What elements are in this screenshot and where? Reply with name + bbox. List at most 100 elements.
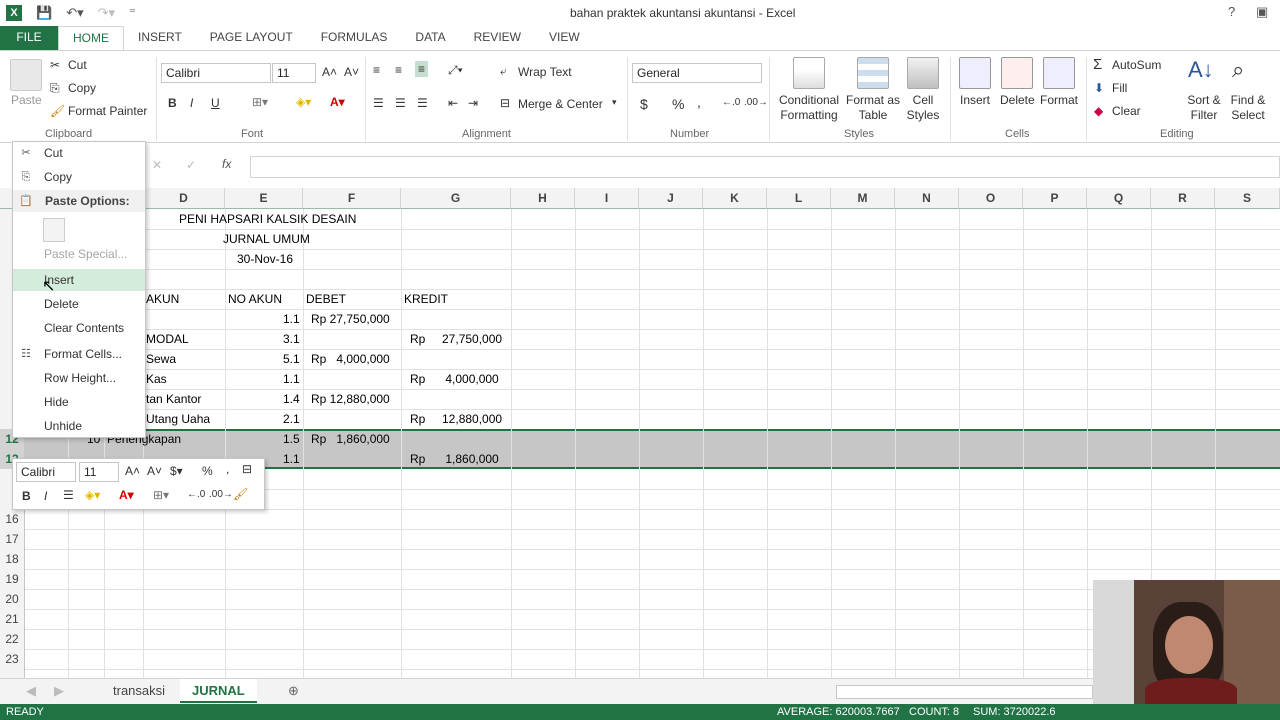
column-header-o[interactable]: O [959,188,1023,209]
column-header-p[interactable]: P [1023,188,1087,209]
column-header-h[interactable]: H [511,188,575,209]
number-format-select[interactable]: General [632,63,762,83]
format-as-table-icon[interactable] [857,57,889,89]
company-name-cell[interactable]: PENI HAPSARI KALSIK DESAIN [179,212,356,226]
customize-qat-icon[interactable]: ⁼ [129,5,136,21]
tab-home[interactable]: HOME [58,26,124,50]
no-akun-cell[interactable]: 1.1 [283,372,300,386]
column-header-i[interactable]: I [575,188,639,209]
clear-button[interactable]: Clear [1112,104,1141,118]
fill-icon[interactable]: ⬇ [1094,81,1104,95]
row-header-20[interactable]: 20 [0,589,25,609]
mini-size-select[interactable]: 11 [79,462,119,482]
menu-item-copy[interactable]: ⎘ Copy [13,166,145,188]
save-icon[interactable]: 💾 [36,5,52,21]
cell-styles-button[interactable]: Cell Styles [902,93,944,123]
next-sheet-icon[interactable]: ▶ [42,679,76,703]
undo-icon[interactable]: ↶▾ [66,5,83,21]
no-akun-cell[interactable]: 1.5 [283,432,300,446]
header-debet-cell[interactable]: DEBET [306,292,346,306]
binoculars-icon[interactable]: ⌕ [1232,57,1244,83]
column-header-q[interactable]: Q [1087,188,1151,209]
column-header-e[interactable]: E [225,188,303,209]
fill-color-icon[interactable]: ◈▾ [296,95,311,109]
orientation-icon[interactable]: ⤢▾ [448,63,463,78]
debet-cell[interactable]: Rp 27,750,000 [311,312,390,326]
row-header-16[interactable]: 16 [0,509,25,529]
format-cells-icon[interactable] [1043,57,1075,89]
mini-percent-icon[interactable]: % [202,464,213,478]
align-center-icon[interactable]: ☰ [395,96,406,110]
autosum-button[interactable]: AutoSum [1112,58,1161,72]
insert-function-button[interactable]: fx [222,157,231,171]
column-header-d[interactable]: D [143,188,225,209]
shrink-font-icon[interactable]: A˅ [344,65,359,79]
mini-align-icon[interactable]: ☰ [63,488,74,502]
tab-formulas[interactable]: FORMULAS [307,26,402,50]
tab-review[interactable]: REVIEW [460,26,535,50]
tab-view[interactable]: VIEW [535,26,594,50]
no-akun-cell[interactable]: 1.4 [283,392,300,406]
mini-fill-color-icon[interactable]: ◈▾ [85,488,100,502]
format-as-table-button[interactable]: Format as Table [845,93,901,123]
top-align-icon[interactable]: ≡ [373,63,380,77]
help-button[interactable]: ? [1228,4,1235,19]
header-kredit-cell[interactable]: KREDIT [404,292,448,306]
autosum-icon[interactable]: Σ [1093,56,1102,73]
akun-cell[interactable]: tan Kantor [146,392,201,406]
copy-button[interactable]: Copy [68,81,96,95]
row-header-23[interactable]: 23 [0,649,25,669]
insert-cells-icon[interactable] [959,57,991,89]
menu-item-paste-special[interactable]: Paste Special... [13,243,145,265]
conditional-formatting-button[interactable]: Conditional Formatting [777,93,841,123]
merge-dropdown-icon[interactable]: ▾ [612,97,617,108]
grow-font-icon[interactable]: A˄ [322,65,337,79]
row-header-22[interactable]: 22 [0,629,25,649]
debet-cell[interactable]: Rp 12,880,000 [311,392,390,406]
tab-insert[interactable]: INSERT [124,26,196,50]
akun-cell[interactable]: Utang Uaha [146,412,210,426]
tab-file[interactable]: FILE [0,26,58,50]
column-header-l[interactable]: L [767,188,831,209]
middle-align-icon[interactable]: ≡ [395,63,402,77]
merge-center-button[interactable]: Merge & Center [518,97,603,111]
find-select-button[interactable]: Find & Select [1225,93,1271,123]
mini-grow-font-icon[interactable]: A˄ [125,464,140,478]
akun-cell[interactable]: MODAL [146,332,189,346]
font-name-select[interactable]: Calibri [161,63,271,83]
menu-item-delete[interactable]: Delete [13,293,145,315]
decrease-indent-icon[interactable]: ⇤ [448,96,458,110]
no-akun-cell[interactable]: 2.1 [283,412,300,426]
debet-cell[interactable]: Rp 4,000,000 [311,352,390,366]
mini-bold-icon[interactable]: B [22,489,31,503]
add-sheet-icon[interactable]: ⊕ [276,679,311,703]
row-header-17[interactable]: 17 [0,529,25,549]
kredit-cell[interactable]: Rp 27,750,000 [410,332,502,346]
menu-item-format-cells[interactable]: ☷ Format Cells... [13,343,145,365]
tab-page-layout[interactable]: PAGE LAYOUT [196,26,307,50]
column-header-f[interactable]: F [303,188,401,209]
currency-button[interactable]: $ [640,96,648,112]
bold-button[interactable]: B [168,96,177,110]
kredit-cell[interactable]: Rp 12,880,000 [410,412,502,426]
redo-icon[interactable]: ↷▾ [98,5,115,21]
align-left-icon[interactable]: ☰ [373,96,384,110]
mini-comma-icon[interactable]: , [226,462,229,476]
menu-item-insert[interactable]: Insert [13,269,145,291]
percent-button[interactable]: % [672,96,684,112]
mini-borders-icon[interactable]: ⊞▾ [153,488,169,502]
comma-button[interactable]: , [697,94,701,110]
header-no-akun-cell[interactable]: NO AKUN [228,292,282,306]
menu-item-hide[interactable]: Hide [13,391,145,413]
mini-shrink-font-icon[interactable]: A˅ [147,464,162,478]
mini-italic-icon[interactable]: I [44,489,47,503]
paste-button[interactable]: Paste [11,93,42,107]
akun-cell[interactable]: Kas [146,372,167,386]
sort-filter-icon[interactable]: A↓ [1188,57,1214,83]
bottom-align-icon[interactable]: ≡ [415,61,429,77]
debet-cell[interactable]: Rp 1,860,000 [311,432,390,446]
tab-data[interactable]: DATA [401,26,459,50]
borders-icon[interactable]: ⊞▾ [252,95,268,109]
no-akun-cell[interactable]: 1.1 [283,452,300,466]
fill-button[interactable]: Fill [1112,81,1127,95]
